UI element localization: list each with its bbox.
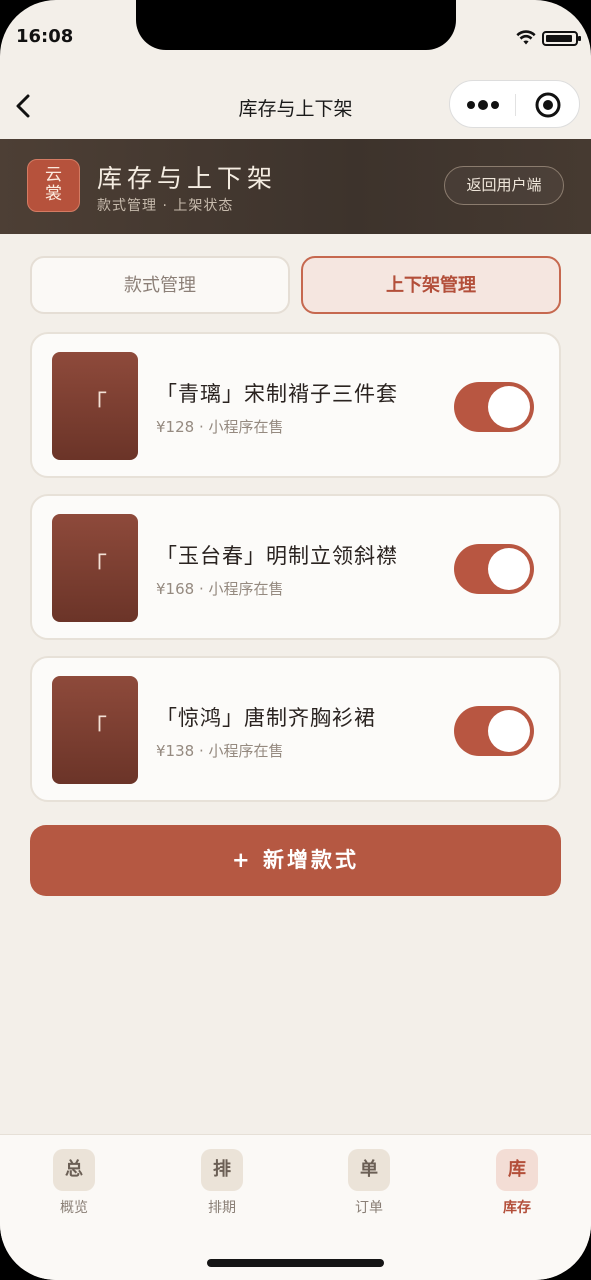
nav-bar: 库存与上下架 xyxy=(0,72,591,139)
toggle-knob xyxy=(488,386,530,428)
orders-icon: 单 xyxy=(348,1149,390,1191)
overview-icon: 总 xyxy=(53,1149,95,1191)
shelf-toggle[interactable] xyxy=(454,382,534,432)
product-thumbnail: 「 xyxy=(52,352,138,460)
logo-char-top: 云 xyxy=(45,165,62,185)
product-card: 「 「青璃」宋制褙子三件套 ¥128 · 小程序在售 xyxy=(30,332,561,478)
product-name: 「玉台春」明制立领斜襟 xyxy=(156,544,398,568)
page-header-banner: 云 裳 库存与上下架 款式管理 · 上架状态 返回用户端 xyxy=(0,139,591,234)
tabbar-item-inventory[interactable]: 库 库存 xyxy=(467,1149,567,1217)
tab-shelf-management[interactable]: 上下架管理 xyxy=(301,256,561,314)
shelf-toggle[interactable] xyxy=(454,544,534,594)
product-card: 「 「玉台春」明制立领斜襟 ¥168 · 小程序在售 xyxy=(30,494,561,640)
brand-logo: 云 裳 xyxy=(27,159,80,212)
schedule-icon: 排 xyxy=(201,1149,243,1191)
battery-icon xyxy=(542,31,581,46)
product-thumbnail: 「 xyxy=(52,514,138,622)
product-meta: ¥138 · 小程序在售 xyxy=(156,742,284,760)
tabbar-item-orders[interactable]: 单 订单 xyxy=(319,1149,419,1217)
product-meta: ¥168 · 小程序在售 xyxy=(156,580,284,598)
notch xyxy=(136,0,456,50)
product-card: 「 「惊鸿」唐制齐胸衫裙 ¥138 · 小程序在售 xyxy=(30,656,561,802)
logo-char-bottom: 裳 xyxy=(45,184,62,204)
status-time: 16:08 xyxy=(16,26,74,47)
page-title: 库存与上下架 xyxy=(97,164,278,193)
tabbar-label: 库存 xyxy=(503,1200,531,1216)
more-dots-icon[interactable] xyxy=(466,95,500,115)
page-subtitle: 款式管理 · 上架状态 xyxy=(97,198,234,214)
close-target-icon[interactable] xyxy=(534,91,562,119)
tab-style-management[interactable]: 款式管理 xyxy=(30,256,290,314)
return-to-user-button[interactable]: 返回用户端 xyxy=(444,166,564,205)
phone-screen: 16:08 库存与上下架 云 裳 库存与上下架 款式管理 · 上架状态 返回用户… xyxy=(0,0,591,1280)
product-meta: ¥128 · 小程序在售 xyxy=(156,418,284,436)
mini-program-capsule xyxy=(449,80,580,128)
tabbar-item-schedule[interactable]: 排 排期 xyxy=(172,1149,272,1217)
inventory-icon: 库 xyxy=(496,1149,538,1191)
tabbar-label: 订单 xyxy=(355,1200,383,1216)
product-name: 「青璃」宋制褙子三件套 xyxy=(156,382,398,406)
home-indicator[interactable] xyxy=(207,1259,384,1267)
toggle-knob xyxy=(488,710,530,752)
shelf-toggle[interactable] xyxy=(454,706,534,756)
status-bar: 16:08 xyxy=(0,0,591,72)
product-thumbnail: 「 xyxy=(52,676,138,784)
product-name: 「惊鸿」唐制齐胸衫裙 xyxy=(156,706,376,730)
add-style-button[interactable]: + 新增款式 xyxy=(30,825,561,896)
tabbar-item-overview[interactable]: 总 概览 xyxy=(24,1149,124,1217)
toggle-knob xyxy=(488,548,530,590)
tabbar-label: 排期 xyxy=(208,1200,236,1216)
capsule-divider xyxy=(515,94,516,116)
wifi-icon xyxy=(516,30,536,45)
tabbar-label: 概览 xyxy=(60,1200,88,1216)
